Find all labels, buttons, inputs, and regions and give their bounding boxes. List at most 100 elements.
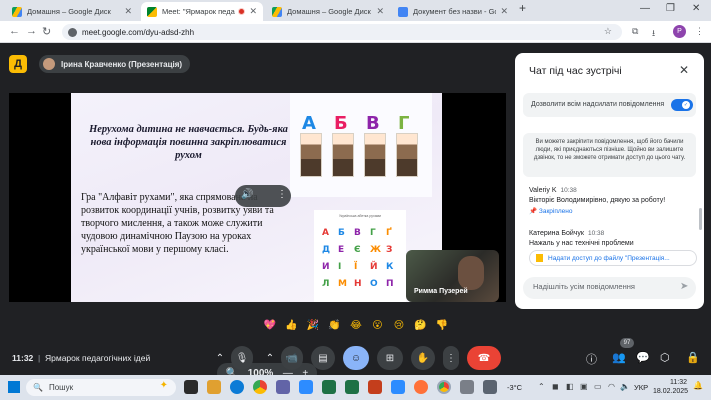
- raise-hand-button[interactable]: ✋: [411, 346, 435, 370]
- more-options-icon[interactable]: ⋮: [277, 189, 287, 200]
- close-tab-icon[interactable]: ✕: [249, 6, 257, 17]
- tab-google-drive[interactable]: Домашня – Google Диск ✕: [6, 2, 138, 21]
- taskbar-search[interactable]: 🔍 Пошук ✦: [26, 379, 176, 396]
- maximize-icon[interactable]: ❐: [666, 3, 675, 14]
- battery-icon[interactable]: ▭: [594, 382, 602, 391]
- weather-temperature[interactable]: -3°C: [507, 383, 522, 392]
- tab-google-meet[interactable]: Meet: "Ярмарок педагогі ✕: [141, 2, 263, 21]
- alphabet-caption: Українська абетка рухами: [338, 214, 382, 218]
- captions-button[interactable]: ▤: [311, 346, 335, 370]
- volume-tray-icon[interactable]: 🔈: [620, 382, 630, 391]
- meeting-title: Ярмарок педагогічних ідей: [45, 353, 151, 363]
- meeting-info-icon[interactable]: ⓘ: [586, 351, 597, 367]
- alphabet-letter: И: [322, 262, 330, 272]
- chrome-active-icon[interactable]: [437, 380, 451, 394]
- edge-browser-icon[interactable]: [230, 380, 244, 394]
- forward-icon[interactable]: →: [26, 25, 37, 37]
- tab-google-drive-2[interactable]: Домашня – Google Диск ✕: [266, 2, 390, 21]
- reaction-thumbs-down[interactable]: 👎: [434, 318, 450, 334]
- host-controls-icon[interactable]: 🔒: [686, 351, 700, 364]
- spreadsheet-icon[interactable]: [345, 380, 359, 394]
- reaction-party[interactable]: 🎉: [305, 318, 321, 334]
- chat-message-input[interactable]: [533, 282, 673, 291]
- present-screen-button[interactable]: ⊞: [377, 346, 403, 370]
- close-tab-icon[interactable]: ✕: [500, 6, 508, 17]
- big-letter: В: [366, 113, 380, 134]
- chat-scrollbar[interactable]: [699, 208, 702, 230]
- back-icon[interactable]: ←: [9, 25, 20, 37]
- camera-options-chevron-icon[interactable]: ⌃: [262, 346, 278, 370]
- downloads-icon[interactable]: ⭳: [652, 26, 655, 42]
- reload-icon[interactable]: ↻: [42, 25, 51, 38]
- new-tab-button[interactable]: +: [519, 1, 526, 15]
- url-field[interactable]: meet.google.com/dyu-adsd-zhh ☆: [62, 24, 622, 40]
- notifications-icon[interactable]: 🔔: [693, 381, 703, 390]
- zoom-app-icon[interactable]: [391, 380, 405, 394]
- wifi-icon[interactable]: ◠: [608, 382, 615, 391]
- chrome-icon[interactable]: [253, 380, 267, 394]
- reaction-clap[interactable]: 👏: [327, 318, 343, 334]
- microphone-button[interactable]: 🎙: [231, 346, 253, 370]
- task-view-icon[interactable]: [184, 380, 198, 394]
- reaction-laugh[interactable]: 😂: [348, 318, 364, 334]
- copilot-sparkle-icon: ✦: [159, 380, 168, 391]
- input-language[interactable]: УКР: [634, 383, 648, 392]
- allow-messages-label: Дозволити всім надсилати повідомлення: [531, 101, 665, 108]
- bookmark-star-icon[interactable]: ☆: [604, 26, 612, 37]
- send-icon[interactable]: ➤: [680, 281, 688, 292]
- zoom-icon[interactable]: [299, 380, 313, 394]
- slide-media-controls[interactable]: 🔊 ⋮: [235, 185, 291, 207]
- alphabet-letter: Й: [370, 262, 378, 272]
- close-window-icon[interactable]: ✕: [692, 3, 700, 14]
- tray-overflow-icon[interactable]: ⌃: [538, 382, 545, 391]
- site-info-icon[interactable]: [68, 27, 77, 37]
- teams-icon[interactable]: [276, 380, 290, 394]
- meet-control-bar: 11:32 | Ярмарок педагогічних ідей ⌃ 🎙 ⌃ …: [0, 338, 711, 375]
- reaction-heart[interactable]: 💖: [262, 318, 278, 334]
- app-icon[interactable]: [460, 380, 474, 394]
- alphabet-letter: Н: [354, 279, 362, 289]
- volume-icon[interactable]: 🔊: [241, 189, 253, 200]
- taskbar-clock[interactable]: 11:32 18.02.2025: [653, 378, 688, 396]
- more-options-button[interactable]: ⋮: [443, 346, 459, 370]
- close-tab-icon[interactable]: ✕: [124, 6, 132, 17]
- tray-app-icon[interactable]: ◼: [552, 382, 559, 391]
- activities-icon[interactable]: ⬡: [660, 351, 670, 364]
- firefox-icon[interactable]: [414, 380, 428, 394]
- file-explorer-icon[interactable]: [207, 380, 221, 394]
- pinned-indicator[interactable]: 📌 Закріплено: [529, 207, 694, 215]
- reaction-sad[interactable]: 😢: [391, 318, 407, 334]
- big-letter: Б: [334, 113, 348, 134]
- tray-app-icon[interactable]: ▣: [580, 382, 588, 391]
- windows-taskbar: 🔍 Пошук ✦ -3°C ⌃ ◼ ◧ ▣ ▭ ◠ 🔈 УКР 11:32 1…: [0, 375, 711, 400]
- windows-start-icon[interactable]: [8, 381, 20, 393]
- presenter-chip[interactable]: Ірина Кравченко (Презентація): [39, 55, 191, 73]
- close-tab-icon[interactable]: ✕: [376, 6, 384, 17]
- powerpoint-icon[interactable]: [368, 380, 382, 394]
- app-icon[interactable]: [483, 380, 497, 394]
- allow-messages-toggle[interactable]: ✓: [671, 99, 693, 111]
- profile-avatar[interactable]: P: [673, 25, 686, 38]
- extensions-icon[interactable]: ⧉: [632, 26, 638, 37]
- mic-options-chevron-icon[interactable]: ⌃: [212, 346, 228, 370]
- participant-tile[interactable]: Римма Пузерей: [406, 250, 499, 302]
- grant-file-access-label: Надати доступ до файлу "Презентація...: [548, 254, 670, 262]
- minimize-icon[interactable]: —: [640, 3, 650, 14]
- chat-icon[interactable]: 💬: [636, 351, 650, 364]
- browser-menu-icon[interactable]: ⋮: [695, 26, 704, 37]
- people-icon[interactable]: 👥: [612, 351, 626, 364]
- close-icon[interactable]: ✕: [679, 63, 689, 77]
- leave-call-button[interactable]: ☎: [467, 346, 501, 370]
- camera-button[interactable]: 📹: [281, 346, 303, 370]
- emoji-icon: ☺: [350, 352, 362, 364]
- reaction-surprised[interactable]: 😮: [370, 318, 386, 334]
- reaction-thumbs-up[interactable]: 👍: [284, 318, 300, 334]
- tab-google-docs[interactable]: Документ без назви - Googl ✕: [392, 2, 514, 21]
- emoji-reactions-button[interactable]: ☺: [343, 346, 369, 370]
- big-letter: Г: [398, 113, 410, 134]
- reaction-thinking[interactable]: 🤔: [413, 318, 429, 334]
- grant-file-access-button[interactable]: Надати доступ до файлу "Презентація...: [529, 250, 697, 266]
- tray-app-icon[interactable]: ◧: [566, 382, 574, 391]
- child-pose-photo: [364, 133, 386, 177]
- excel-icon[interactable]: [322, 380, 336, 394]
